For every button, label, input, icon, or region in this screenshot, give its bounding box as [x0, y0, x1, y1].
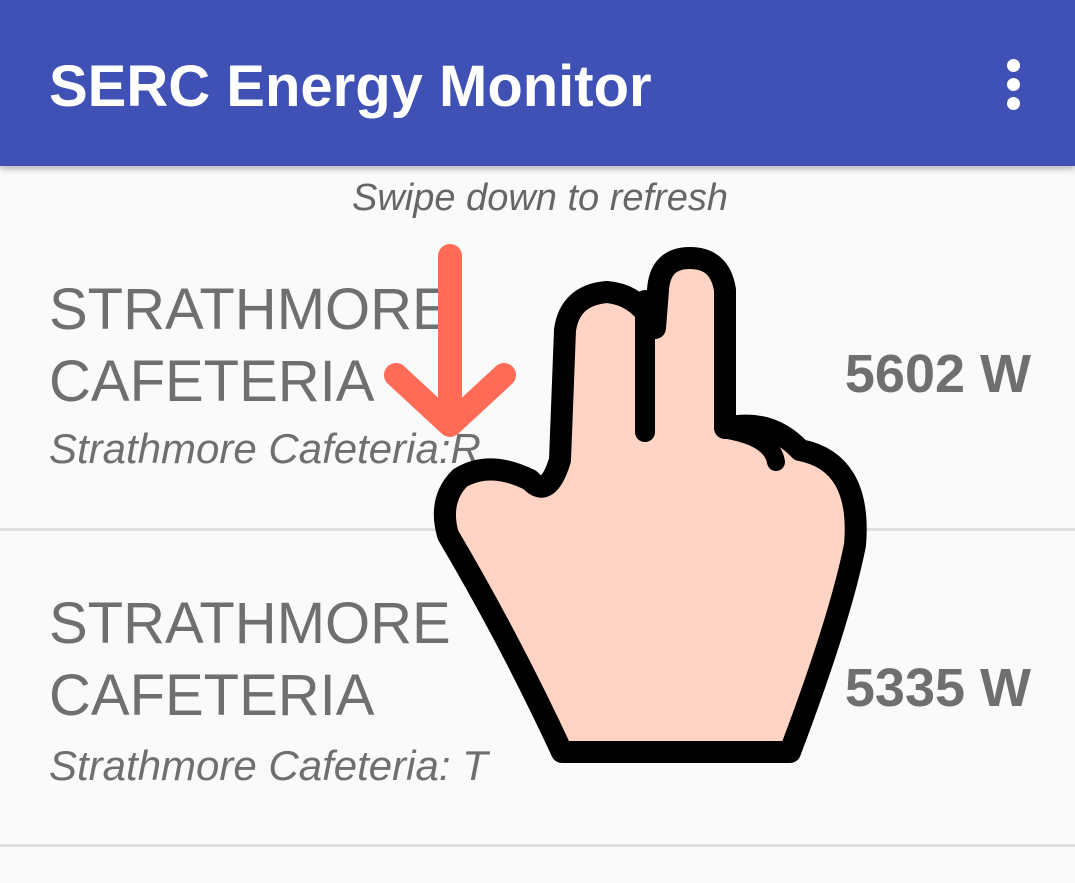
station-name: STRATHMORE CAFETERIA: [49, 277, 451, 414]
list-divider: [0, 844, 1075, 847]
app-bar: SERC Energy Monitor: [0, 0, 1075, 166]
list-item[interactable]: STRATHMORE CAFETERIA Strathmore Cafeteri…: [0, 531, 1075, 844]
more-vert-icon[interactable]: [990, 52, 1038, 116]
refresh-hint: Swipe down to refresh: [352, 177, 728, 219]
app-title: SERC Energy Monitor: [49, 54, 652, 119]
power-reading: 5602 W: [844, 344, 1031, 404]
menu-dot: [1007, 97, 1020, 110]
station-meter: Strathmore Cafeteria:R: [49, 425, 481, 472]
station-name: STRATHMORE CAFETERIA: [49, 591, 451, 728]
power-reading: 5335 W: [844, 658, 1031, 718]
menu-dot: [1007, 59, 1020, 72]
menu-dot: [1007, 78, 1020, 91]
station-meter: Strathmore Cafeteria: T: [49, 742, 488, 789]
